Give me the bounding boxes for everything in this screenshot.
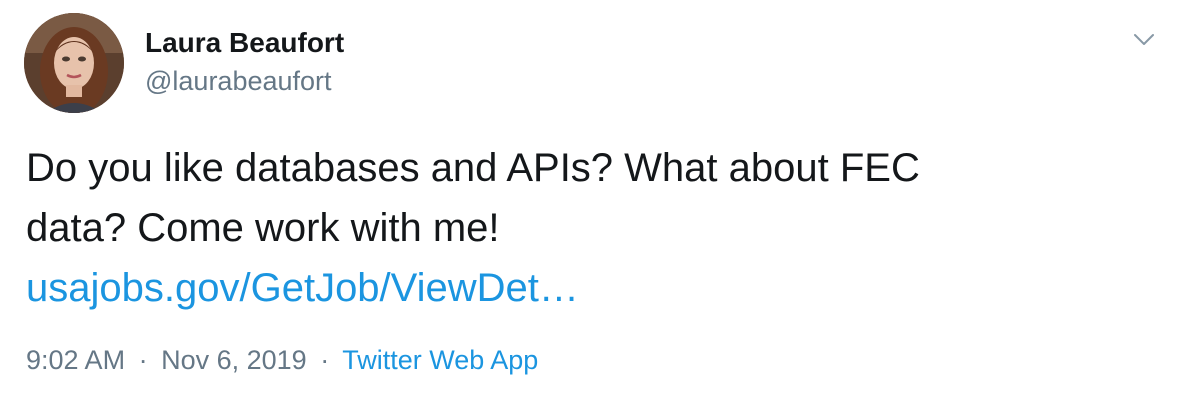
chevron-down-icon: [1134, 34, 1154, 45]
meta-separator: ·: [320, 345, 330, 375]
author-display-name[interactable]: Laura Beaufort: [145, 26, 344, 60]
tweet-text-line: Do you like databases and APIs? What abo…: [26, 146, 920, 190]
tweet-text: Do you like databases and APIs? What abo…: [26, 138, 1146, 318]
tweet-menu-button[interactable]: [1124, 22, 1164, 58]
tweet-source[interactable]: Twitter Web App: [342, 345, 538, 375]
tweet-date[interactable]: Nov 6, 2019: [161, 345, 307, 375]
avatar-image: [24, 13, 124, 113]
avatar[interactable]: [24, 13, 124, 113]
author-handle[interactable]: @laurabeaufort: [145, 64, 332, 98]
meta-separator: ·: [138, 345, 148, 375]
tweet-text-line: data? Come work with me!: [26, 206, 500, 250]
tweet-metadata: 9:02 AM · Nov 6, 2019 · Twitter Web App: [26, 342, 538, 378]
tweet-card: Laura Beaufort @laurabeaufort Do you lik…: [0, 0, 1188, 408]
tweet-link[interactable]: usajobs.gov/GetJob/ViewDet…: [26, 266, 579, 310]
tweet-time[interactable]: 9:02 AM: [26, 345, 125, 375]
